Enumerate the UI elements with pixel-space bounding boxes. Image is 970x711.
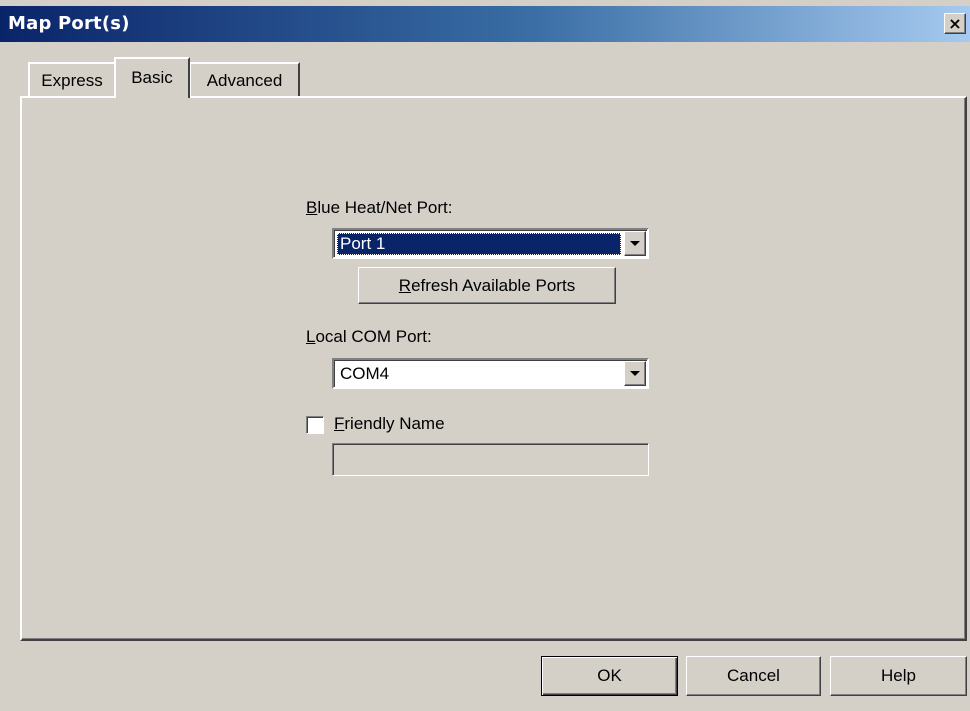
tab-basic[interactable]: Basic	[114, 57, 190, 98]
tab-express-label: Express	[41, 71, 103, 90]
local-com-port-value: COM4	[340, 364, 390, 383]
ok-button[interactable]: OK	[541, 656, 678, 696]
refresh-available-ports-button[interactable]: Refresh Available Ports	[358, 267, 616, 304]
tab-advanced[interactable]: Advanced	[190, 62, 300, 96]
blue-heat-port-dropdown-button[interactable]	[624, 231, 646, 256]
tab-express[interactable]: Express	[28, 62, 114, 96]
window-title: Map Port(s)	[8, 13, 130, 34]
local-com-port-dropdown-button[interactable]	[624, 361, 646, 386]
local-com-port-label: Local COM Port:	[306, 327, 432, 346]
chevron-down-icon	[630, 371, 640, 376]
tab-basic-label: Basic	[131, 67, 173, 87]
local-com-port-select[interactable]: COM4	[332, 358, 649, 389]
friendly-name-checkbox[interactable]	[306, 416, 324, 434]
cancel-button[interactable]: Cancel	[686, 656, 821, 696]
title-bar[interactable]: Map Port(s) ×	[0, 6, 970, 42]
help-button[interactable]: Help	[830, 656, 967, 696]
tab-advanced-label: Advanced	[206, 71, 283, 90]
blue-heat-port-value: Port 1	[337, 233, 621, 255]
chevron-down-icon	[630, 241, 640, 246]
close-icon: ×	[948, 13, 962, 33]
close-button[interactable]: ×	[944, 13, 966, 34]
blue-heat-port-label: Blue Heat/Net Port:	[306, 198, 453, 217]
blue-heat-port-select[interactable]: Port 1	[332, 228, 649, 259]
map-ports-dialog: Map Port(s) × Express Basic Advanced Blu…	[0, 0, 970, 711]
friendly-name-field[interactable]	[332, 443, 649, 476]
friendly-name-label[interactable]: Friendly Name	[334, 414, 445, 434]
